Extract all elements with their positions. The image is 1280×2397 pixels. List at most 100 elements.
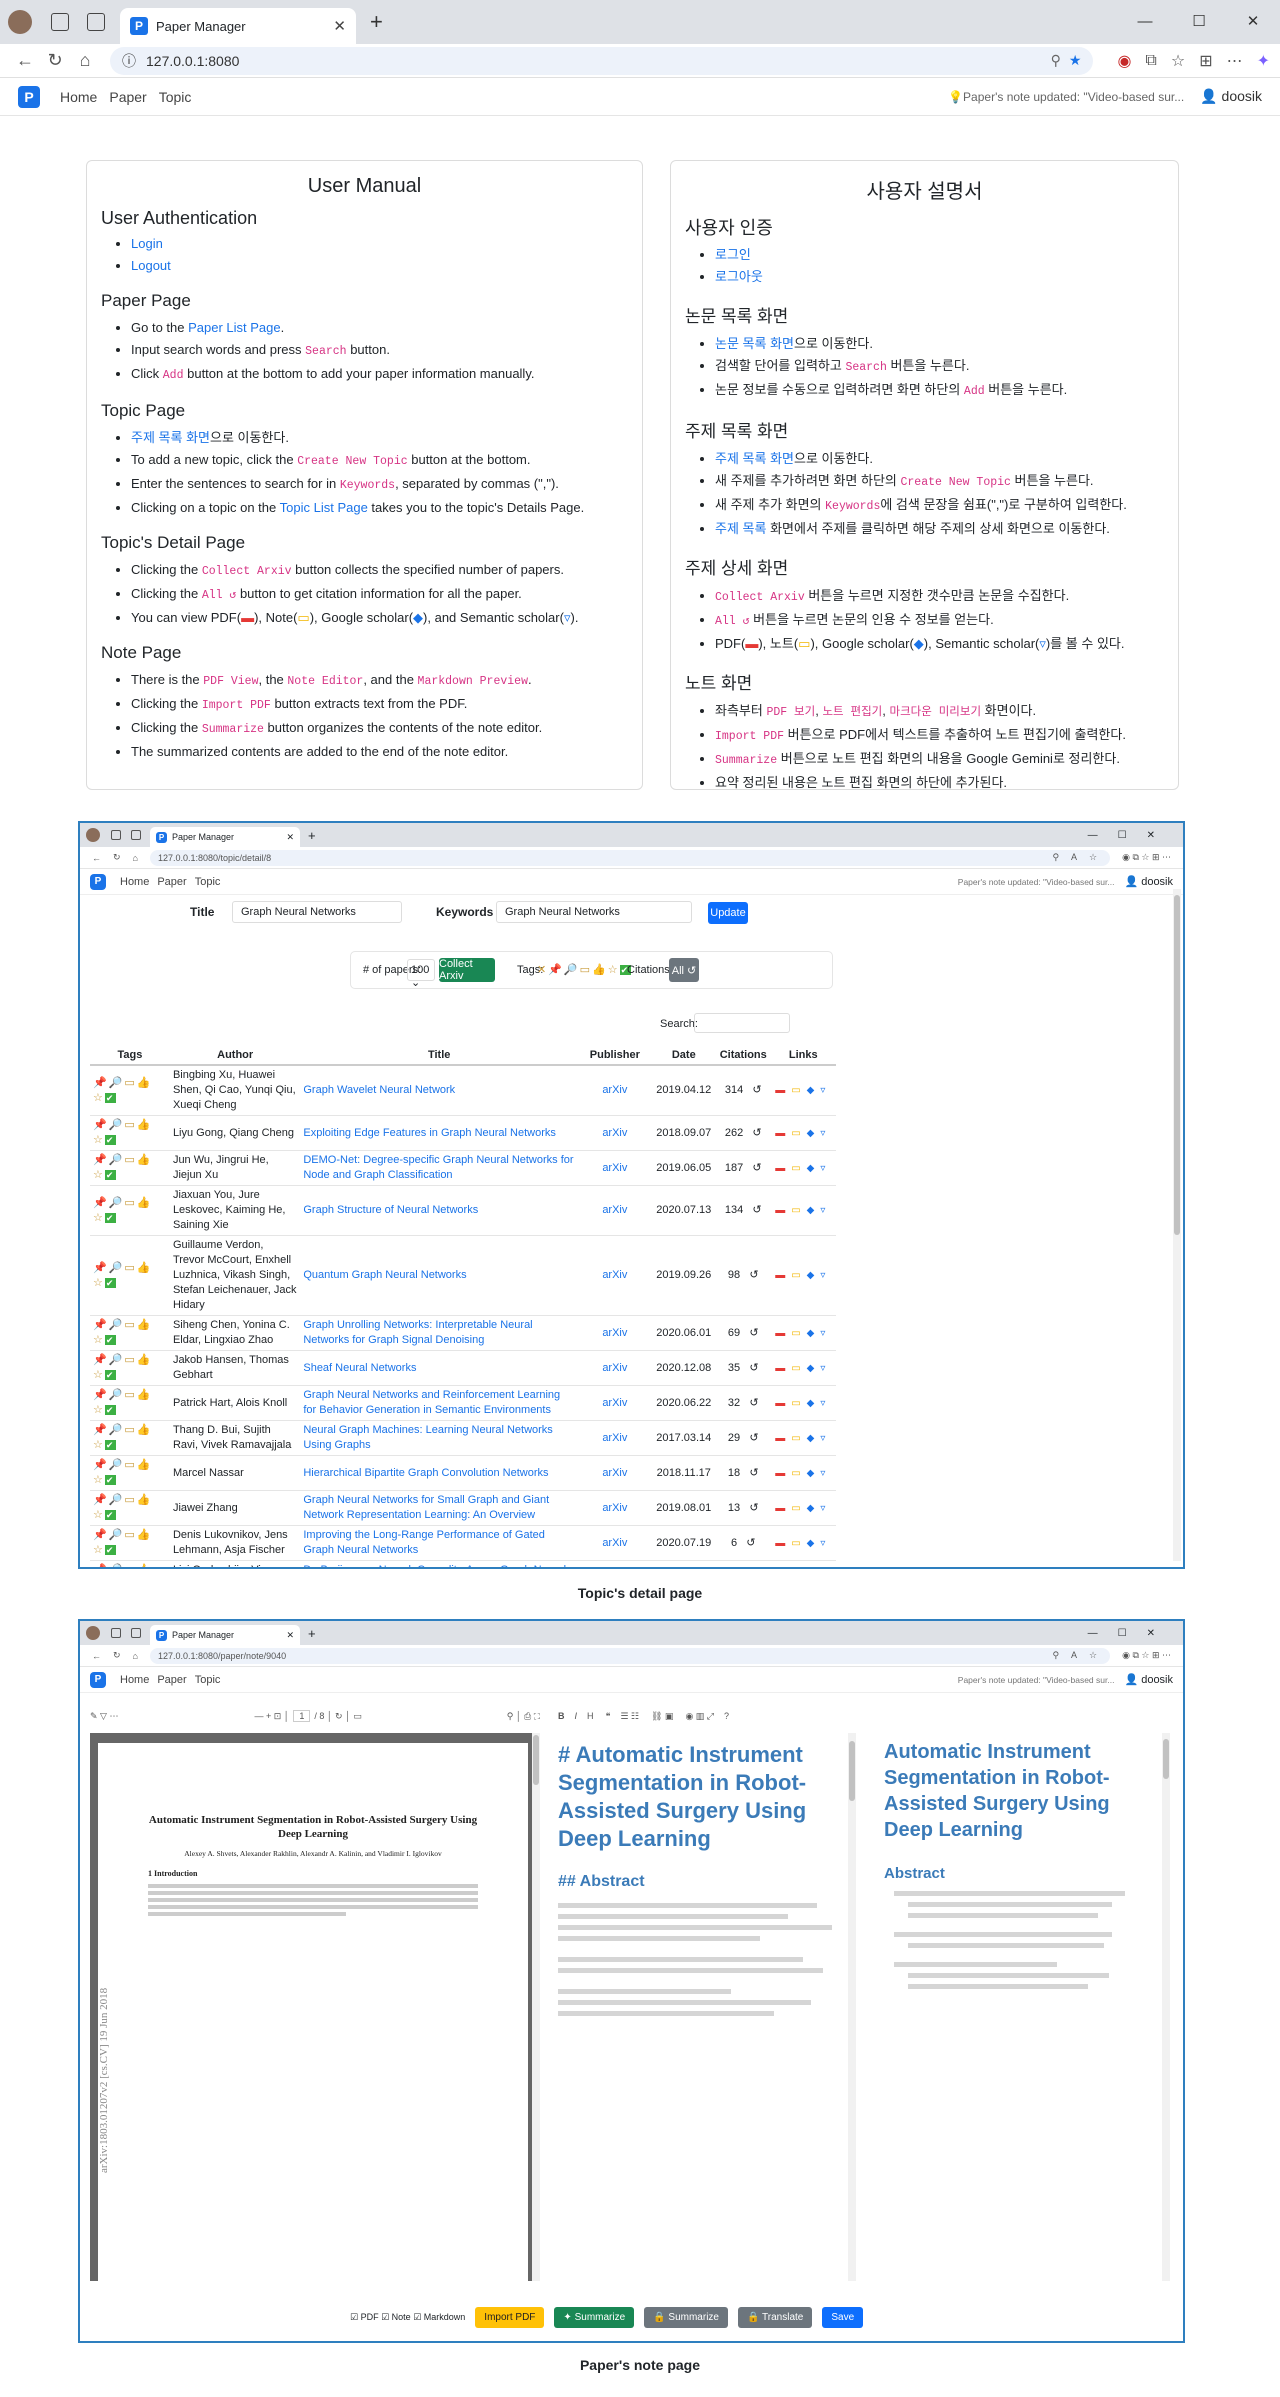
row-tag-icons[interactable]: 📌🔎▭👍☆✔ bbox=[90, 1350, 170, 1386]
row-tag-icons[interactable]: 📌🔎▭👍☆✔ bbox=[90, 1235, 170, 1316]
heading-icon[interactable]: H bbox=[587, 1711, 594, 1721]
paper-list-link-ko[interactable]: 논문 목록 화면 bbox=[715, 336, 794, 351]
row-title[interactable]: Graph Wavelet Neural Network bbox=[300, 1065, 579, 1116]
row-title[interactable]: Graph Neural Networks for Small Graph an… bbox=[300, 1490, 579, 1526]
refresh-citation-icon[interactable]: ↺ bbox=[749, 1432, 758, 1444]
row-publisher[interactable]: arXiv bbox=[578, 1235, 652, 1316]
favorite-star-icon[interactable]: ★ bbox=[1069, 52, 1082, 69]
pdf-search-icon[interactable]: ⚲ │ ⎙ ⛶ bbox=[507, 1711, 540, 1722]
row-title[interactable]: Hierarchical Bipartite Graph Convolution… bbox=[300, 1455, 579, 1491]
row-publisher[interactable]: arXiv bbox=[578, 1490, 652, 1526]
pdf-icon[interactable]: ▬ bbox=[775, 1205, 791, 1216]
save-button[interactable]: Save bbox=[822, 2307, 864, 2328]
row-tag-icons[interactable]: 📌🔎▭👍☆✔ bbox=[90, 1150, 170, 1186]
note-icon[interactable]: ▭ bbox=[791, 1468, 806, 1479]
semantic-scholar-icon[interactable]: ▿ bbox=[820, 1085, 831, 1096]
row-publisher[interactable]: arXiv bbox=[578, 1150, 652, 1186]
app-logo[interactable]: P bbox=[18, 85, 40, 108]
row-publisher[interactable]: arXiv bbox=[578, 1455, 652, 1491]
topic-list-link-ko-3[interactable]: 주제 목록 bbox=[715, 521, 766, 536]
google-scholar-icon[interactable]: ◆ bbox=[807, 1128, 821, 1139]
row-tag-icons[interactable]: 📌🔎▭👍☆✔ bbox=[90, 1490, 170, 1526]
semantic-scholar-icon[interactable]: ▿ bbox=[820, 1538, 831, 1549]
nav-paper[interactable]: Paper bbox=[109, 89, 146, 105]
translate-button[interactable]: 🔒 Translate bbox=[737, 2307, 813, 2328]
note-icon[interactable]: ▭ bbox=[791, 1538, 806, 1549]
update-button[interactable]: Update bbox=[708, 902, 748, 924]
tag-filter-icons[interactable]: ✕📌🔎▭👍☆✔ bbox=[537, 963, 632, 976]
profile-avatar[interactable] bbox=[8, 10, 32, 34]
pdf-scrollbar[interactable] bbox=[532, 1733, 540, 2281]
refresh-citation-icon[interactable]: ↺ bbox=[749, 1327, 758, 1339]
semantic-scholar-icon[interactable]: ▿ bbox=[820, 1270, 831, 1281]
note-icon[interactable]: ▭ bbox=[791, 1085, 806, 1096]
note-icon[interactable]: ▭ bbox=[791, 1205, 806, 1216]
preview-scrollbar[interactable] bbox=[1162, 1733, 1170, 2281]
new-tab-button[interactable]: + bbox=[370, 9, 383, 35]
pdf-icon[interactable]: ▬ bbox=[775, 1128, 791, 1139]
row-publisher[interactable]: arXiv bbox=[578, 1525, 652, 1561]
note-icon[interactable]: ▭ bbox=[791, 1363, 806, 1374]
google-scholar-icon[interactable]: ◆ bbox=[807, 1538, 821, 1549]
help-icon[interactable]: ? bbox=[724, 1711, 729, 1721]
row-publisher[interactable]: arXiv bbox=[578, 1185, 652, 1236]
semantic-scholar-icon[interactable]: ▿ bbox=[820, 1163, 831, 1174]
address-bar[interactable]: ⓘ 127.0.0.1:8080 ⚲ ★ bbox=[110, 46, 1094, 75]
import-pdf-button[interactable]: Import PDF bbox=[475, 2307, 545, 2328]
collect-arxiv-button[interactable]: Collect Arxiv bbox=[439, 958, 495, 982]
link-image-icons[interactable]: ⛓ ▣ bbox=[651, 1711, 673, 1722]
note-editor[interactable]: # Automatic Instrument Segmentation in R… bbox=[548, 1733, 856, 2281]
note-icon[interactable]: ▭ bbox=[791, 1433, 806, 1444]
pdf-icon[interactable]: ▬ bbox=[775, 1398, 791, 1409]
collections-icon[interactable]: ⊞ bbox=[1199, 51, 1212, 71]
editor-scrollbar[interactable] bbox=[848, 1733, 856, 2281]
google-scholar-icon[interactable]: ◆ bbox=[807, 1433, 821, 1444]
note-icon[interactable]: ▭ bbox=[791, 1398, 806, 1409]
row-tag-icons[interactable]: 📌🔎▭👍☆✔ bbox=[90, 1385, 170, 1421]
pdf-checkbox[interactable]: ☑ PDF bbox=[350, 2312, 379, 2323]
google-scholar-icon[interactable]: ◆ bbox=[807, 1503, 821, 1514]
pdf-icon[interactable]: ▬ bbox=[775, 1270, 791, 1281]
pdf-viewer[interactable]: Automatic Instrument Segmentation in Rob… bbox=[90, 1733, 540, 2281]
row-publisher[interactable]: arXiv bbox=[578, 1420, 652, 1456]
google-scholar-icon[interactable]: ◆ bbox=[807, 1328, 821, 1339]
col-date[interactable]: Date bbox=[651, 1045, 716, 1066]
note-checkbox[interactable]: ☑ Note bbox=[381, 2312, 411, 2323]
summarize-button[interactable]: ✦ Summarize bbox=[554, 2307, 635, 2328]
refresh-citation-icon[interactable]: ↺ bbox=[749, 1269, 758, 1281]
google-scholar-icon[interactable]: ◆ bbox=[807, 1205, 821, 1216]
google-scholar-icon[interactable]: ◆ bbox=[807, 1398, 821, 1409]
markdown-checkbox[interactable]: ☑ Markdown bbox=[413, 2312, 465, 2323]
pdf-icon[interactable]: ▬ bbox=[775, 1085, 791, 1096]
row-title[interactable]: Improving the Long-Range Performance of … bbox=[300, 1525, 579, 1561]
note-icon[interactable]: ▭ bbox=[791, 1270, 806, 1281]
semantic-scholar-icon[interactable]: ▿ bbox=[820, 1205, 831, 1216]
row-publisher[interactable]: arXiv bbox=[578, 1065, 652, 1116]
topic-list-link-ko[interactable]: 주제 목록 화면 bbox=[131, 430, 210, 445]
topic-list-page-link[interactable]: Topic List Page bbox=[280, 500, 368, 515]
quote-icon[interactable]: ❝ bbox=[606, 1711, 611, 1722]
title-input[interactable]: Graph Neural Networks bbox=[232, 901, 402, 923]
home-icon[interactable]: ⌂ bbox=[70, 50, 100, 71]
row-tag-icons[interactable]: 📌🔎▭👍☆✔ bbox=[90, 1315, 170, 1351]
refresh-citation-icon[interactable]: ↺ bbox=[749, 1467, 758, 1479]
zoom-icon[interactable]: ⚲ bbox=[1051, 52, 1069, 69]
pdf-icon[interactable]: ▬ bbox=[775, 1163, 791, 1174]
col-links[interactable]: Links bbox=[770, 1045, 836, 1066]
pdf-icon[interactable]: ▬ bbox=[775, 1538, 791, 1549]
refresh-citation-icon[interactable]: ↺ bbox=[752, 1204, 761, 1216]
refresh-citation-icon[interactable]: ↺ bbox=[749, 1362, 758, 1374]
italic-icon[interactable]: I bbox=[575, 1711, 578, 1721]
semantic-scholar-icon[interactable]: ▿ bbox=[820, 1398, 831, 1409]
col-citations[interactable]: Citations bbox=[715, 1045, 771, 1066]
minimize-icon[interactable]: — bbox=[1118, 0, 1172, 44]
col-title[interactable]: Title bbox=[300, 1045, 579, 1066]
row-publisher[interactable]: arXiv bbox=[578, 1350, 652, 1386]
menu-icon[interactable]: ⋯ bbox=[1227, 51, 1243, 71]
browser-tab[interactable]: P Paper Manager ✕ bbox=[120, 8, 356, 44]
note-icon[interactable]: ▭ bbox=[791, 1503, 806, 1514]
nav-home[interactable]: Home bbox=[60, 89, 97, 105]
pdf-nav-icons[interactable]: / 8 │ ↻ │ ▭ bbox=[314, 1711, 361, 1722]
pdf-draw-icon[interactable]: ✎ ▽ ⋯ bbox=[90, 1711, 118, 1722]
row-title[interactable]: Exploiting Edge Features in Graph Neural… bbox=[300, 1115, 579, 1151]
